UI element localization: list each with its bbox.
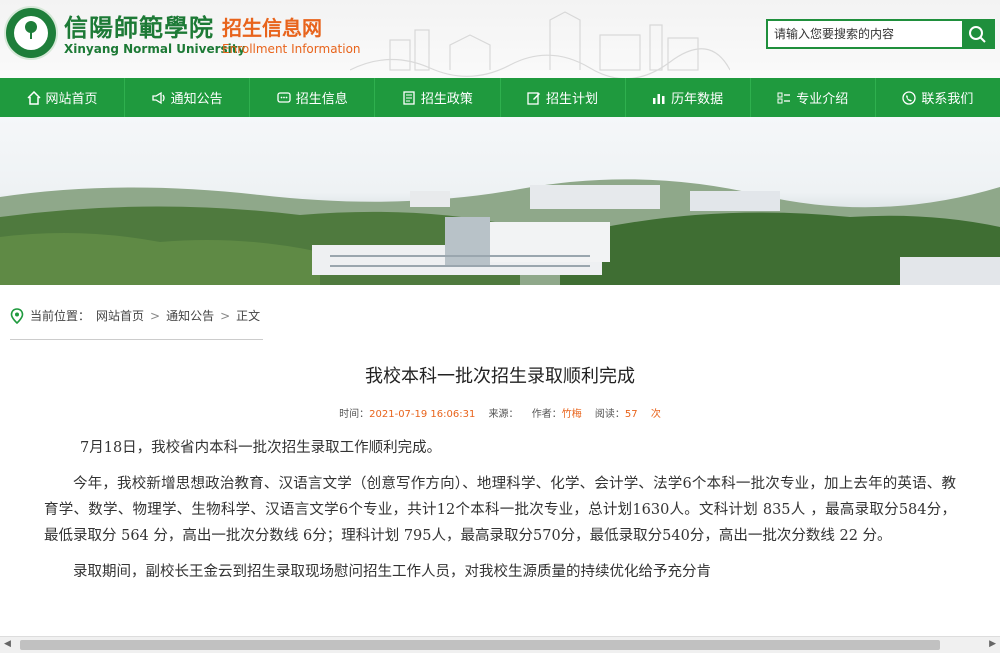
university-emblem[interactable] (4, 6, 58, 60)
nav-label: 历年数据 (671, 92, 724, 107)
article-paragraph: 录取期间，副校长王金云到招生录取现场慰问招生工作人员，对我校生源质量的持续优化给… (73, 564, 711, 580)
meta-author-label: 作者： (531, 409, 562, 420)
nav-label: 招生计划 (546, 92, 599, 107)
article-meta: 时间：2021-07-19 16:06:31 来源： 作者：竹梅 阅读：57 次 (0, 405, 1000, 420)
location-pin-icon (10, 307, 24, 324)
search-input[interactable] (768, 21, 972, 47)
nav-item-plan[interactable]: 招生计划 (501, 78, 626, 117)
home-icon (27, 90, 41, 105)
meta-reads-label: 阅读： (594, 409, 625, 420)
article-body: 7月18日，我校省内本科一批次招生录取工作顺利完成。 今年，我校新增思想政治教育… (44, 435, 956, 595)
nav-item-admission-info[interactable]: 招生信息 (250, 78, 376, 117)
horizontal-scrollbar[interactable]: ◀ ▶ (0, 636, 1000, 653)
meta-time-label: 时间： (339, 409, 370, 420)
article-title: 我校本科一批次招生录取顺利完成 (365, 366, 635, 387)
header-city-watermark (350, 11, 730, 78)
edit-icon (527, 91, 541, 105)
nav-label: 联系我们 (921, 92, 974, 107)
search-button[interactable] (962, 21, 993, 47)
phone-icon (902, 90, 917, 105)
nav-item-history-data[interactable]: 历年数据 (626, 78, 751, 117)
breadcrumb-section[interactable]: 通知公告 (166, 307, 214, 324)
breadcrumb-prefix: 当前位置： (30, 309, 91, 323)
campus-banner (0, 117, 1000, 285)
breadcrumb-current: 正文 (236, 309, 261, 323)
chat-icon (277, 91, 291, 103)
search-icon (969, 26, 986, 43)
nav-item-contact[interactable]: 联系我们 (876, 78, 1000, 117)
site-title-en: Enrollment Information (222, 42, 361, 56)
breadcrumb-separator: > (220, 308, 231, 323)
breadcrumb-home[interactable]: 网站首页 (96, 307, 144, 324)
tree-icon (25, 21, 37, 39)
search-box (766, 19, 995, 49)
nav-item-majors[interactable]: 专业介绍 (751, 78, 876, 117)
list-icon (777, 92, 791, 103)
scroll-left-arrow-icon[interactable]: ◀ (4, 639, 11, 649)
article-paragraph: 7月18日，我校省内本科一批次招生录取工作顺利完成。 (80, 440, 442, 456)
scrollbar-thumb[interactable] (20, 640, 940, 650)
megaphone-icon (152, 91, 165, 104)
nav-label: 专业介绍 (796, 92, 849, 107)
nav-label: 招生信息 (295, 92, 348, 107)
nav-label: 通知公告 (170, 92, 223, 107)
meta-time: 2021-07-19 16:06:31 (369, 409, 476, 420)
main-nav: 网站首页 通知公告 招生信息 招生政策 招生计划 历年数据 专业介绍 联系我们 (0, 78, 1000, 117)
university-name-cn: 信陽師範學院 (64, 13, 214, 42)
site-header: 信陽師範學院 Xinyang Normal University 招生信息网 E… (0, 0, 1000, 78)
bar-chart-icon (653, 93, 665, 104)
breadcrumb: 当前位置： 网站首页 > 通知公告 > 正文 (10, 307, 266, 324)
university-name-en: Xinyang Normal University (64, 42, 246, 56)
nav-item-home[interactable]: 网站首页 (0, 78, 126, 117)
nav-label: 招生政策 (420, 92, 473, 107)
breadcrumb-divider (10, 339, 263, 340)
scroll-right-arrow-icon[interactable]: ▶ (989, 639, 996, 649)
meta-author: 竹梅 (561, 409, 582, 420)
nav-label: 网站首页 (45, 92, 98, 107)
document-icon (403, 90, 415, 105)
site-title-cn: 招生信息网 (222, 16, 322, 40)
meta-source-label: 来源： (488, 409, 519, 420)
nav-item-notices[interactable]: 通知公告 (125, 78, 251, 117)
meta-reads-unit: 次 (650, 409, 661, 420)
nav-item-policy[interactable]: 招生政策 (375, 78, 501, 117)
article-paragraph: 今年，我校新增思想政治教育、汉语言文学（创意写作方向）、地理科学、化学、会计学、… (44, 476, 956, 544)
meta-reads: 57 (624, 409, 638, 420)
breadcrumb-separator: > (150, 308, 161, 323)
campus-photo (0, 179, 1000, 285)
